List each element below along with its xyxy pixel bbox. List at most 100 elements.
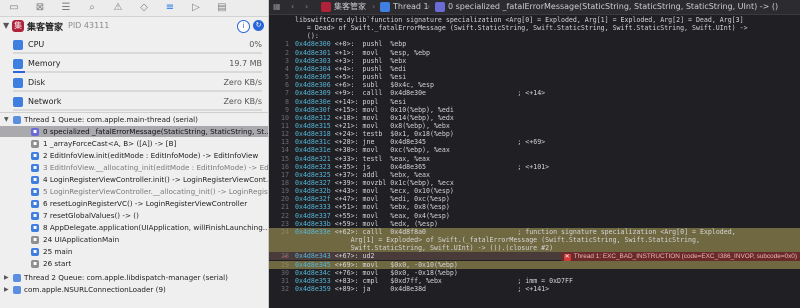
- address: 0x4d8e33e: [295, 227, 335, 236]
- gauge-network[interactable]: Network Zero KB/s: [0, 93, 268, 112]
- jumpbar-frame[interactable]: 0 specialized _fatalErrorMessage(StaticS…: [448, 1, 778, 13]
- stack-frame-label: 7 resetGlobalValues() -> (): [43, 211, 139, 220]
- operands: $0xd7ff, %ebx: [390, 276, 518, 285]
- line-number: 14: [281, 146, 289, 155]
- gauge-bar: [13, 90, 262, 92]
- process-name: 集客管家: [27, 23, 64, 33]
- offset: <+47>:: [334, 195, 363, 204]
- stack-frame-row[interactable]: ▪ 8 AppDelegate.application(UIApplication…: [0, 222, 268, 233]
- offset: <+15>:: [334, 105, 363, 114]
- jumpbar-app[interactable]: 集客管家: [334, 1, 366, 13]
- disassembly-line: 31 0x4d8e353 <+83>: cmpl $0xd7ff, %ebx ; …: [269, 277, 800, 285]
- refresh-icon[interactable]: ↻: [253, 20, 264, 31]
- jumpbar-thread[interactable]: Thread 1: [393, 1, 429, 13]
- address: 0x4d8e32f: [295, 195, 335, 204]
- instruction: 0x4d8e315 <+21>: movl 0x8(%ebp), %ebx: [295, 122, 517, 130]
- instruction: 0x4d8e333 <+51>: movl %ebx, 0x8(%esp): [295, 203, 517, 211]
- gauge-label: CPU: [28, 40, 45, 49]
- instruction: 0x4d8e305 <+5>: pushl %esi: [295, 73, 517, 81]
- stack-frame-row[interactable]: ▪ 6 resetLoginRegisterVC() -> LoginRegist…: [0, 198, 268, 209]
- symbol-icon[interactable]: ☰: [60, 2, 72, 14]
- search-icon[interactable]: ⌕: [86, 2, 98, 14]
- stack-frame-row[interactable]: ▪ 1 _arrayForceCast<A, B> ([A]) -> [B]: [0, 138, 268, 149]
- app-icon: [321, 2, 331, 12]
- disassembly-line: 18 0x4d8e327 <+39>: movzbl 0x1c(%ebp), %e…: [269, 179, 800, 187]
- line-number: 16: [281, 162, 289, 171]
- debug-icon[interactable]: ≡: [164, 2, 176, 14]
- operands: %ebp: [390, 40, 518, 49]
- stack-frame-row[interactable]: ▪ 0 specialized _fatalErrorMessage(Static…: [0, 126, 268, 137]
- disclosure-triangle-icon[interactable]: ▶: [4, 284, 9, 295]
- instruction: 0x4d8e31c <+28>: jne 0x4d8e345 ; <+69>: [295, 138, 545, 146]
- mnemonic: movzbl: [362, 179, 391, 187]
- line-number: 9: [285, 105, 289, 114]
- mnemonic: movl: [362, 146, 391, 155]
- warning-icon[interactable]: ⚠: [112, 2, 124, 14]
- mnemonic: cmpl: [362, 276, 391, 285]
- address: 0x4d8e315: [295, 121, 335, 130]
- related-items-icon[interactable]: ▦: [273, 1, 281, 13]
- stack-frame-row[interactable]: ▪ 2 EditInfoView.init(editMode : EditInfo…: [0, 150, 268, 161]
- stack-frame-row[interactable]: ▪ 25 main: [0, 246, 268, 257]
- line-number: 1: [285, 40, 289, 49]
- jumpbar-separator-icon: ›: [372, 2, 376, 11]
- report-icon[interactable]: ▤: [216, 2, 228, 14]
- line-number: 29: [281, 260, 289, 269]
- comment: ; <+14>: [517, 89, 546, 98]
- offset: <+39>:: [334, 179, 363, 187]
- disclosure-triangle-icon[interactable]: ▶: [4, 272, 9, 283]
- gauge-bar: [13, 52, 262, 54]
- thread-row[interactable]: ▶ com.apple.NSURLConnectionLoader (9): [0, 284, 268, 295]
- disassembly-line: 3 0x4d8e303 <+3>: pushl %ebx: [269, 57, 800, 65]
- address: 0x4d8e32b: [295, 187, 335, 196]
- disassembly-line: 17 0x4d8e325 <+37>: addl %ebx, %eax: [269, 171, 800, 179]
- comment: ; function signature specialization <Arg…: [517, 227, 736, 236]
- line-number: 23: [281, 219, 289, 228]
- stack-frame-row[interactable]: ▪ 24 UIApplicationMain: [0, 234, 268, 245]
- stack-frame-row[interactable]: ▪ 7 resetGlobalValues() -> (): [0, 210, 268, 221]
- operands: 0x8(%ebp), %ebx: [390, 121, 518, 130]
- disassembly-line: 11 0x4d8e315 <+21>: movl 0x8(%ebp), %ebx: [269, 122, 800, 130]
- comment: ; imm = 0xD7FF: [517, 276, 573, 285]
- gauge-disk[interactable]: Disk Zero KB/s: [0, 74, 268, 93]
- stack-frame-row[interactable]: ▪ 26 start: [0, 258, 268, 269]
- instruction: 0x4d8e32b <+43>: movl %ecx, 0x10(%esp): [295, 187, 517, 195]
- offset: <+28>:: [334, 138, 363, 147]
- stack-frame-label: 8 AppDelegate.application(UIApplication,…: [43, 223, 268, 232]
- stack-frame-row[interactable]: ▪ 5 LoginRegisterViewController.__allocat…: [0, 186, 268, 197]
- disassembly-line: 13 0x4d8e31c <+28>: jne 0x4d8e345 ; <+69>: [269, 138, 800, 146]
- breakpoint-icon[interactable]: ▷: [190, 2, 202, 14]
- thread-row[interactable]: ▼ Thread 1 Queue: com.apple.main-thread (…: [0, 114, 268, 125]
- gauge-cpu[interactable]: CPU 0%: [0, 36, 268, 55]
- frame-icon: ▪: [31, 248, 39, 256]
- mnemonic: pushl: [362, 56, 391, 65]
- frame-icon: ▪: [31, 176, 39, 184]
- process-row[interactable]: ▼ 集 集客管家 PID 43111 i ↻: [0, 16, 268, 36]
- thread-icon: [13, 274, 21, 282]
- line-number: 15: [281, 154, 289, 163]
- forward-button[interactable]: ›: [305, 1, 308, 13]
- gauge-label: Network: [28, 97, 62, 106]
- info-icon[interactable]: i: [237, 20, 250, 33]
- disassembly-line: 28 0x4d8e343 <+67>: ud2 → ✕ Thread 1: EXC_B…: [269, 252, 800, 262]
- test-icon[interactable]: ◇: [138, 2, 150, 14]
- back-button[interactable]: ‹: [291, 1, 294, 13]
- disclosure-triangle-icon[interactable]: ▼: [4, 114, 9, 125]
- folder-icon[interactable]: ▭: [8, 2, 20, 14]
- offset: <+55>:: [334, 211, 363, 220]
- stack-frame-row[interactable]: ▪ 4 LoginRegisterViewController.init() ->…: [0, 174, 268, 185]
- gauge-memory[interactable]: Memory 19.7 MB: [0, 55, 268, 74]
- instruction: 0x4d8e30f <+15>: movl 0x10(%ebp), %edi: [295, 106, 517, 114]
- offset: <+24>:: [334, 130, 363, 139]
- source-control-icon[interactable]: ⊠: [34, 2, 46, 14]
- line-number: 8: [285, 97, 289, 106]
- address: 0x4d8e343: [295, 252, 335, 261]
- frame-icon: ▪: [31, 128, 39, 136]
- disclosure-triangle-icon[interactable]: ▼: [3, 21, 9, 30]
- offset: <+21>:: [334, 121, 363, 130]
- thread-row[interactable]: ▶ Thread 2 Queue: com.apple.libdispatch-m…: [0, 272, 268, 283]
- disassembly-line: 8 0x4d8e30e <+14>: popl %esi: [269, 98, 800, 106]
- stack-frame-row[interactable]: ▪ 3 EditInfoView.__allocating_init(editMo…: [0, 162, 268, 173]
- instruction: 0x4d8e312 <+18>: movl 0x14(%ebp), %edx: [295, 114, 517, 122]
- disassembly-line: 5 0x4d8e305 <+5>: pushl %esi: [269, 73, 800, 81]
